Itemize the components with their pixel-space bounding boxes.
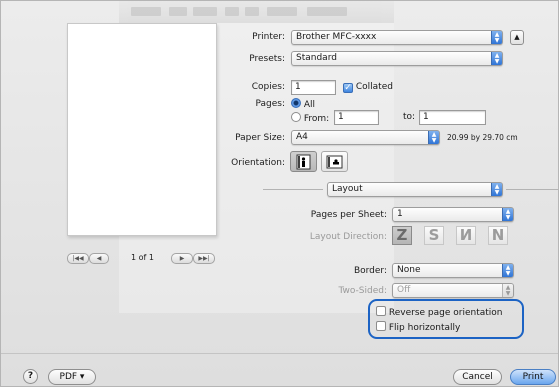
paper-size-select[interactable]: A4 ▲ ▼ — [291, 130, 440, 145]
copies-label: Copies: — [251, 82, 285, 92]
portrait-person-icon — [296, 154, 311, 170]
chevron-updown-icon: ▲ ▼ — [491, 183, 502, 196]
pages-from-label: From: — [303, 114, 330, 124]
print-button[interactable]: Print — [510, 369, 556, 385]
reverse-orientation-checkbox[interactable]: Reverse page orientation — [376, 306, 502, 318]
chevron-updown-icon: ▲ ▼ — [428, 131, 439, 144]
presets-value: Standard — [296, 53, 337, 63]
pages-to-label: to: — [403, 112, 416, 122]
collated-checkbox[interactable]: ✓ Collated — [343, 82, 393, 93]
pages-all-radio[interactable]: All — [291, 98, 315, 110]
copies-field[interactable]: 1 — [291, 80, 336, 95]
background-toolbar — [119, 1, 394, 23]
prev-page-button[interactable]: ◀ — [89, 253, 109, 264]
help-button[interactable]: ? — [23, 369, 38, 384]
paper-size-value: A4 — [296, 132, 308, 142]
footer-divider — [1, 353, 558, 354]
highlight-box — [368, 299, 524, 339]
flip-horizontally-checkbox[interactable]: Flip horizontally — [376, 321, 460, 333]
section-select[interactable]: Layout ▲ ▼ — [327, 182, 503, 197]
checkmark-icon: ✓ — [343, 83, 353, 93]
collated-label: Collated — [355, 82, 393, 92]
section-value: Layout — [332, 184, 363, 194]
orientation-landscape-button[interactable] — [321, 151, 348, 172]
separator-left — [263, 189, 323, 190]
pages-from-radio[interactable]: From: — [291, 112, 329, 124]
pages-label: Pages: — [255, 99, 285, 109]
checkbox-empty-icon — [376, 306, 386, 316]
two-sided-label: Two-Sided: — [338, 286, 388, 296]
pages-from-field[interactable]: 1 — [334, 110, 379, 125]
two-sided-value: Off — [397, 285, 411, 295]
last-page-button[interactable]: ▶▶| — [193, 253, 215, 264]
help-icon: ? — [27, 371, 34, 381]
chevron-updown-icon: ▲ ▼ — [502, 284, 513, 297]
page-preview — [67, 23, 217, 236]
border-label: Border: — [353, 266, 387, 276]
presets-label: Presets: — [249, 54, 285, 64]
flip-horizontally-label: Flip horizontally — [388, 323, 461, 333]
print-dialog: |◀◀ ◀ 1 of 1 ▶ ▶▶| Printer: Brother MFC-… — [0, 0, 559, 387]
layout-direction-s-icon[interactable]: S — [424, 226, 444, 245]
page-counter: 1 of 1 — [131, 253, 154, 262]
layout-direction-n-icon[interactable]: N — [488, 226, 508, 245]
printer-label: Printer: — [252, 32, 285, 42]
printer-value: Brother MFC-xxxx — [296, 32, 377, 42]
layout-direction-label: Layout Direction: — [309, 232, 387, 242]
landscape-person-icon — [326, 155, 343, 169]
border-select[interactable]: None ▲ ▼ — [392, 263, 514, 278]
checkbox-empty-icon — [376, 321, 386, 331]
pdf-button[interactable]: PDF ▾ — [48, 369, 96, 385]
chevron-updown-icon: ▲ ▼ — [491, 52, 502, 65]
radio-on-icon — [291, 98, 301, 108]
pages-to-field[interactable]: 1 — [419, 110, 486, 125]
first-page-button[interactable]: |◀◀ — [67, 253, 89, 264]
disclosure-triangle-icon: ▲ — [514, 33, 520, 41]
next-page-button[interactable]: ▶ — [171, 253, 193, 264]
radio-off-icon — [291, 112, 301, 122]
pages-all-label: All — [303, 100, 316, 110]
printer-select[interactable]: Brother MFC-xxxx ▲ ▼ — [291, 30, 503, 45]
border-value: None — [397, 265, 421, 275]
chevron-updown-icon: ▲ ▼ — [502, 208, 513, 221]
presets-select[interactable]: Standard ▲ ▼ — [291, 51, 503, 66]
disclosure-button[interactable]: ▲ — [510, 30, 524, 45]
pages-per-sheet-select[interactable]: 1 ▲ ▼ — [392, 207, 514, 222]
paper-size-label: Paper Size: — [235, 133, 285, 143]
pages-per-sheet-value: 1 — [397, 209, 403, 219]
reverse-orientation-label: Reverse page orientation — [388, 308, 503, 318]
two-sided-select[interactable]: Off ▲ ▼ — [392, 283, 514, 298]
paper-dimensions: 20.99 by 29.70 cm — [447, 133, 518, 142]
orientation-label: Orientation: — [231, 158, 285, 168]
chevron-updown-icon: ▲ ▼ — [502, 264, 513, 277]
layout-direction-z-icon[interactable]: Z — [392, 226, 412, 245]
cancel-button[interactable]: Cancel — [453, 369, 502, 385]
layout-direction-n-reversed-icon[interactable]: И — [456, 226, 476, 245]
separator-right — [506, 189, 558, 190]
pages-per-sheet-label: Pages per Sheet: — [310, 210, 387, 220]
orientation-portrait-button[interactable] — [290, 151, 317, 172]
chevron-updown-icon: ▲ ▼ — [491, 31, 502, 44]
